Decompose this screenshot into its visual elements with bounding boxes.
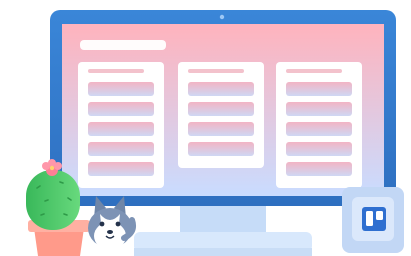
board-card <box>286 122 352 136</box>
board-card <box>88 122 154 136</box>
board-card <box>88 162 154 176</box>
board-list-header <box>286 69 342 73</box>
board-card <box>88 142 154 156</box>
monitor-stand <box>180 206 266 234</box>
board-card <box>88 82 154 96</box>
camera-icon <box>219 14 225 20</box>
board-card <box>188 82 254 96</box>
board-card <box>286 82 352 96</box>
board-card <box>286 142 352 156</box>
board-title-bar <box>80 40 166 50</box>
board-list-header <box>88 69 144 73</box>
board-app-icon <box>342 187 404 253</box>
monitor-base-shadow <box>134 248 312 256</box>
hero-illustration <box>0 0 411 256</box>
board-card <box>88 102 154 116</box>
board-list-header <box>188 69 244 73</box>
board-card <box>188 142 254 156</box>
board-card <box>286 102 352 116</box>
monitor-illustration <box>26 10 404 256</box>
board-card <box>286 162 352 176</box>
board-card <box>188 102 254 116</box>
board-card <box>188 122 254 136</box>
